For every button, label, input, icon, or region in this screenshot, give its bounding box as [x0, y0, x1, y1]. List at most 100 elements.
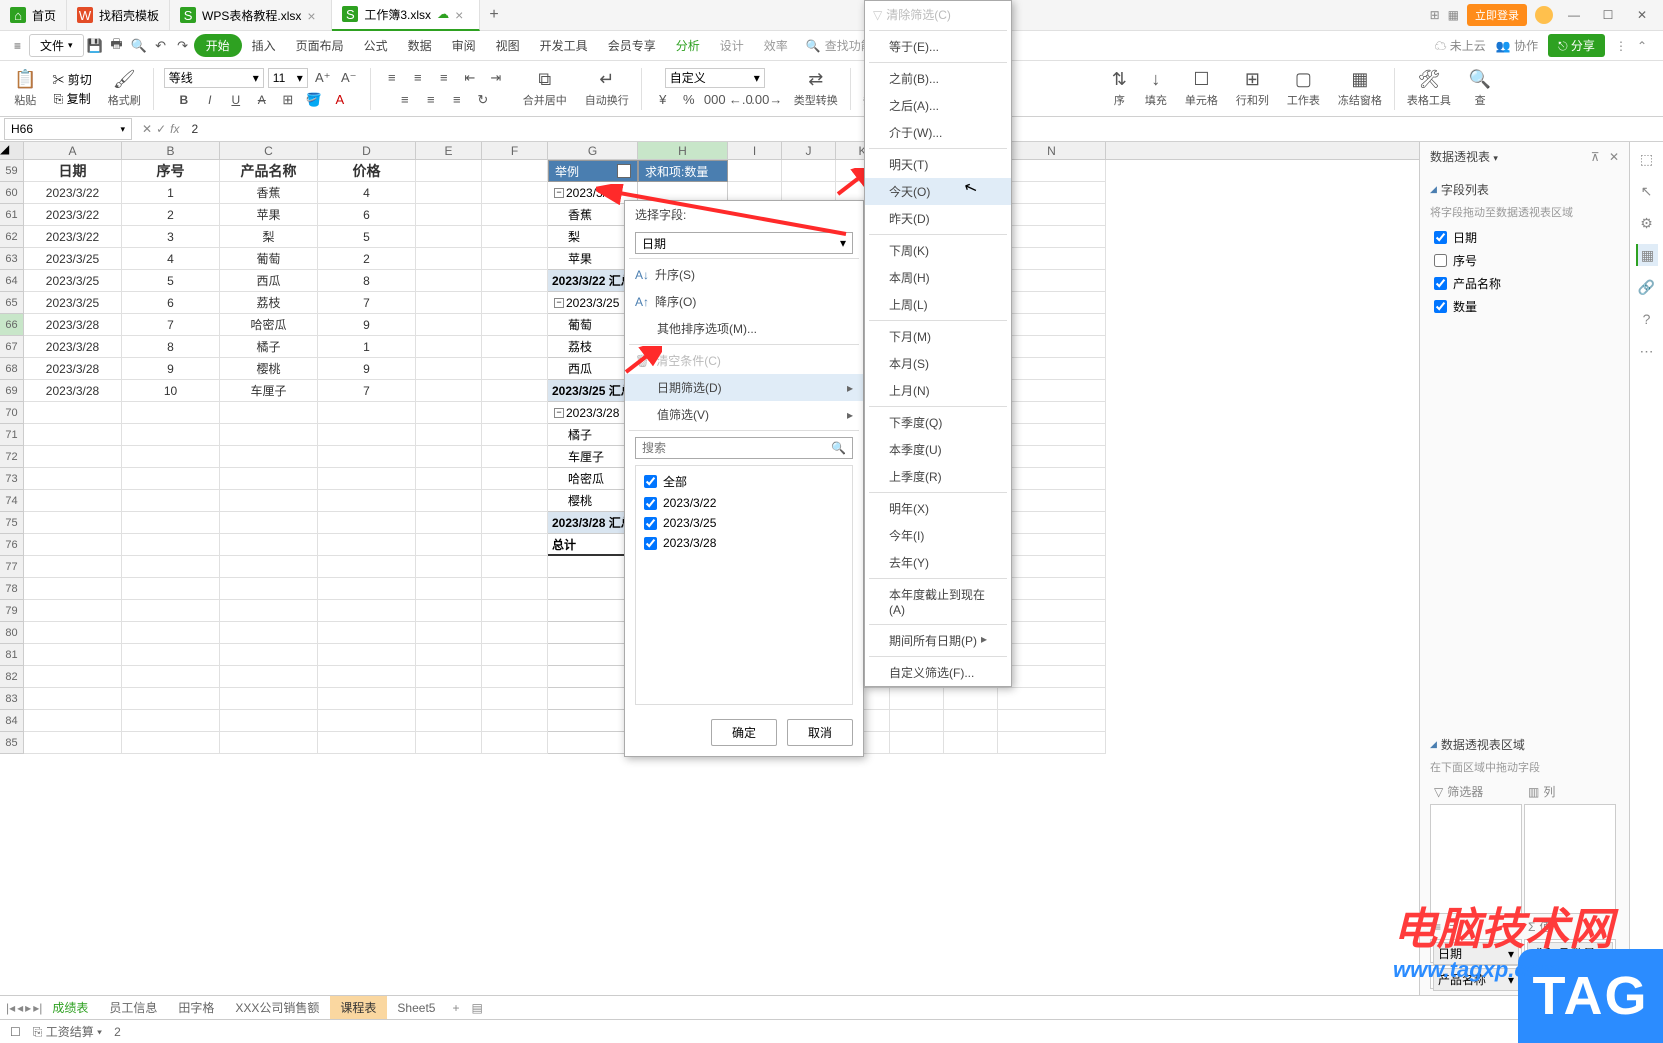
number-format-combo[interactable]: 自定义▾	[665, 68, 765, 88]
columns-area[interactable]	[1524, 804, 1616, 914]
cell-L84[interactable]	[890, 710, 944, 732]
row-header-85[interactable]: 85	[0, 732, 24, 754]
cell-N65[interactable]	[998, 292, 1106, 314]
field-产品名称[interactable]: 产品名称	[1430, 272, 1619, 295]
cell-D78[interactable]	[318, 578, 416, 600]
cell-N83[interactable]	[998, 688, 1106, 710]
search-input[interactable]	[642, 441, 831, 455]
indent-inc-icon[interactable]: ⇥	[485, 68, 507, 88]
cell-B68[interactable]: 9	[122, 358, 220, 380]
cell-E69[interactable]	[416, 380, 482, 402]
cell-E79[interactable]	[416, 600, 482, 622]
cell-E73[interactable]	[416, 468, 482, 490]
menu-layout[interactable]: 页面布局	[286, 34, 354, 57]
cell-D63[interactable]: 2	[318, 248, 416, 270]
cell-B81[interactable]	[122, 644, 220, 666]
check-date-2[interactable]: 2023/3/25	[640, 513, 848, 533]
row-header-66[interactable]: 66	[0, 314, 24, 336]
sm-this-month[interactable]: 本月(S)	[865, 350, 1011, 377]
cell-C79[interactable]	[220, 600, 318, 622]
sm-all-dates[interactable]: 期间所有日期(P)▸	[865, 627, 1011, 654]
cell-A84[interactable]	[24, 710, 122, 732]
cell-A70[interactable]	[24, 402, 122, 424]
row-header-59[interactable]: 59	[0, 160, 24, 182]
row-header-63[interactable]: 63	[0, 248, 24, 270]
cell-A73[interactable]	[24, 468, 122, 490]
sm-eq[interactable]: 等于(E)...	[865, 33, 1011, 60]
cell-D81[interactable]	[318, 644, 416, 666]
cell-F67[interactable]	[482, 336, 548, 358]
sm-tomorrow[interactable]: 明天(T)	[865, 151, 1011, 178]
format-painter-group[interactable]: 🖌 格式刷	[100, 67, 149, 110]
row-header-67[interactable]: 67	[0, 336, 24, 358]
cell-N79[interactable]	[998, 600, 1106, 622]
cell-N81[interactable]	[998, 644, 1106, 666]
cell-B67[interactable]: 8	[122, 336, 220, 358]
row-header-80[interactable]: 80	[0, 622, 24, 644]
cell-N78[interactable]	[998, 578, 1106, 600]
type-convert-group[interactable]: ⇄类型转换	[786, 67, 846, 110]
side-pivot-icon[interactable]: ▦	[1636, 244, 1658, 266]
cell-N84[interactable]	[998, 710, 1106, 732]
cell-B78[interactable]	[122, 578, 220, 600]
row-item-date[interactable]: 日期▾	[1433, 942, 1519, 965]
freeze-group[interactable]: ▦冻结窗格	[1330, 67, 1390, 110]
cell-F78[interactable]	[482, 578, 548, 600]
cell-C60[interactable]: 香蕉	[220, 182, 318, 204]
tab-next-icon[interactable]: ▸	[25, 1001, 31, 1015]
cell-F83[interactable]	[482, 688, 548, 710]
orientation-icon[interactable]: ↻	[472, 90, 494, 110]
cell-E68[interactable]	[416, 358, 482, 380]
fill-group[interactable]: ↓填充	[1137, 67, 1175, 110]
share-button[interactable]: ⎋ 分享	[1548, 34, 1605, 57]
cell-N59[interactable]	[998, 160, 1106, 182]
sheet-tab-4[interactable]: XXX公司销售额	[225, 996, 330, 1019]
pin-icon[interactable]: ⊼	[1591, 150, 1600, 164]
cell-C65[interactable]: 荔枝	[220, 292, 318, 314]
cell-C78[interactable]	[220, 578, 318, 600]
row-header-62[interactable]: 62	[0, 226, 24, 248]
cell-C62[interactable]: 梨	[220, 226, 318, 248]
cell-E83[interactable]	[416, 688, 482, 710]
sm-next-year[interactable]: 明年(X)	[865, 495, 1011, 522]
collapse-icon[interactable]: −	[554, 298, 564, 308]
cell-A81[interactable]	[24, 644, 122, 666]
col-header-B[interactable]: B	[122, 142, 220, 159]
menu-insert[interactable]: 插入	[242, 34, 286, 57]
cell-B64[interactable]: 5	[122, 270, 220, 292]
cell-N77[interactable]	[998, 556, 1106, 578]
row-header-71[interactable]: 71	[0, 424, 24, 446]
cell-F64[interactable]	[482, 270, 548, 292]
cell-B80[interactable]	[122, 622, 220, 644]
cell-M84[interactable]	[944, 710, 998, 732]
cell-A74[interactable]	[24, 490, 122, 512]
cell-E63[interactable]	[416, 248, 482, 270]
cell-D71[interactable]	[318, 424, 416, 446]
cell-L83[interactable]	[890, 688, 944, 710]
cell-F74[interactable]	[482, 490, 548, 512]
cell-D75[interactable]	[318, 512, 416, 534]
cell-D76[interactable]	[318, 534, 416, 556]
side-help-icon[interactable]: ?	[1636, 308, 1658, 330]
cell-C83[interactable]	[220, 688, 318, 710]
cell-N64[interactable]	[998, 270, 1106, 292]
row-header-65[interactable]: 65	[0, 292, 24, 314]
more-sort[interactable]: 其他排序选项(M)...	[625, 315, 863, 342]
sheet-tab-3[interactable]: 田字格	[168, 996, 225, 1019]
filter-dropdown-icon[interactable]: ▾	[617, 164, 631, 178]
menu-data[interactable]: 数据	[398, 34, 442, 57]
cell-C80[interactable]	[220, 622, 318, 644]
field-数量[interactable]: 数量	[1430, 295, 1619, 318]
close-icon[interactable]: ×	[455, 7, 469, 21]
cell-B59[interactable]: 序号	[122, 160, 220, 182]
cell-A77[interactable]	[24, 556, 122, 578]
col-header-I[interactable]: I	[728, 142, 782, 159]
cell-N82[interactable]	[998, 666, 1106, 688]
cell-N67[interactable]	[998, 336, 1106, 358]
undo-icon[interactable]: ↶	[150, 36, 172, 56]
row-item-product[interactable]: 产品名称▾	[1433, 968, 1519, 991]
cell-N61[interactable]	[998, 204, 1106, 226]
row-header-61[interactable]: 61	[0, 204, 24, 226]
cell-C61[interactable]: 苹果	[220, 204, 318, 226]
cell-B79[interactable]	[122, 600, 220, 622]
